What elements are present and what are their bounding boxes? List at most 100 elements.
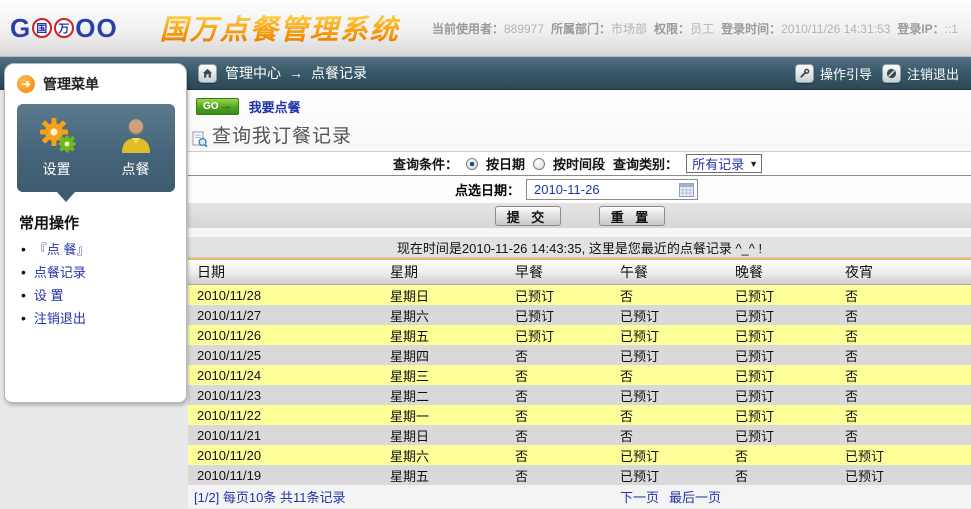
breadcrumb-arrow-icon: →	[289, 65, 303, 81]
user-info-label: 登录IP：	[897, 22, 944, 36]
col-header-weekday: 星期	[381, 262, 506, 282]
guide-action[interactable]: 操作引导	[795, 64, 872, 83]
table-row: 2010/11/22星期一否否已预订否	[188, 405, 971, 425]
table-cell: 2010/11/20	[188, 448, 381, 463]
table-cell: 否	[836, 386, 971, 405]
spacer	[188, 228, 971, 237]
wrench-icon[interactable]	[795, 64, 814, 83]
table-cell: 星期六	[381, 306, 506, 325]
bullet-icon: •	[21, 310, 26, 326]
table-row: 2010/11/25星期四否已预订已预订否	[188, 345, 971, 365]
sidebar-panel: ➜ 管理菜单	[4, 63, 187, 403]
tile-settings[interactable]: 设置	[17, 104, 96, 192]
table-row: 2010/11/27星期六已预订已预订已预订否	[188, 305, 971, 325]
col-header-dinner: 晚餐	[726, 262, 836, 282]
table-cell: 已预订	[506, 286, 611, 305]
radio-by-date[interactable]	[466, 158, 478, 170]
table-cell: 否	[506, 386, 611, 405]
logout-label[interactable]: 注销退出	[907, 64, 959, 83]
go-arrow-icon: →	[221, 100, 232, 112]
category-label: 查询类别：	[613, 154, 678, 173]
table-cell: 否	[836, 326, 971, 345]
section-title: 查询我订餐记录	[212, 121, 352, 148]
table-cell: 否	[726, 446, 836, 465]
radio-by-range[interactable]	[533, 158, 545, 170]
tile-order[interactable]: 点餐	[96, 104, 175, 192]
section-title-row: 查询我订餐记录	[188, 119, 971, 151]
table-header-row: 日期 星期 早餐 午餐 晚餐 夜宵	[188, 258, 971, 285]
sidebar-link[interactable]: 注销退出	[34, 308, 86, 327]
category-select[interactable]: 所有记录 ▼	[686, 154, 762, 173]
arrow-circle-icon: ➜	[17, 75, 35, 93]
logo-suffix: OO	[75, 13, 117, 44]
logo-mark: G 国 万 OO	[10, 13, 118, 44]
search-doc-icon	[192, 131, 208, 148]
reset-button[interactable]: 重 置	[599, 206, 665, 226]
table-cell: 否	[836, 286, 971, 305]
table-cell: 否	[506, 406, 611, 425]
col-header-nightsnack: 夜宵	[836, 262, 971, 282]
bullet-icon: •	[21, 264, 26, 280]
table-cell: 星期三	[381, 366, 506, 385]
table-row: 2010/11/28星期日已预订否已预订否	[188, 285, 971, 305]
tile-settings-label[interactable]: 设置	[43, 159, 71, 179]
table-cell: 已预订	[726, 306, 836, 325]
tile-order-label[interactable]: 点餐	[122, 159, 150, 179]
calendar-icon[interactable]	[679, 183, 694, 197]
table-cell: 2010/11/25	[188, 348, 381, 363]
radio-by-range-label[interactable]: 按时间段	[553, 154, 605, 173]
next-page-link[interactable]: 下一页	[620, 487, 659, 506]
bullet-icon: •	[21, 287, 26, 303]
guide-label[interactable]: 操作引导	[820, 64, 872, 83]
table-cell: 2010/11/27	[188, 308, 381, 323]
home-icon	[202, 68, 213, 79]
user-info-label: 权限：	[654, 22, 690, 36]
date-input[interactable]: 2010-11-26	[526, 179, 698, 200]
date-pick-row: 点选日期： 2010-11-26	[188, 176, 971, 203]
user-info-value: 2010/11/26 14:31:53	[781, 22, 890, 36]
order-now-link[interactable]: 我要点餐	[249, 97, 301, 116]
table-cell: 2010/11/19	[188, 468, 381, 483]
last-page-link[interactable]: 最后一页	[669, 487, 721, 506]
app-title: 国万点餐管理系统	[160, 8, 400, 48]
table-cell: 星期四	[381, 346, 506, 365]
query-condition-row: 查询条件： 按日期 按时间段 查询类别： 所有记录 ▼	[188, 151, 971, 176]
table-cell: 否	[506, 366, 611, 385]
table-cell: 否	[611, 426, 726, 445]
pagination-info: [1/2] 每页10条 共11条记录	[188, 487, 345, 506]
table-row: 2010/11/20星期六否已预订否已预订	[188, 445, 971, 465]
table-cell: 星期二	[381, 386, 506, 405]
table-cell: 否	[726, 466, 836, 485]
page: G 国 万 OO 国万点餐管理系统 当前使用者：889977所属部门：市场部权限…	[0, 0, 971, 509]
submit-button[interactable]: 提 交	[495, 206, 561, 226]
sidebar-link[interactable]: 『点 餐』	[34, 239, 90, 258]
sidebar-link[interactable]: 设 置	[34, 285, 64, 304]
radio-by-date-label[interactable]: 按日期	[486, 154, 525, 173]
col-header-date: 日期	[188, 262, 381, 282]
home-button[interactable]	[198, 64, 217, 83]
list-item: • 设 置	[21, 283, 186, 306]
table-cell: 已预订	[611, 346, 726, 365]
table-cell: 星期六	[381, 446, 506, 465]
pagination-row: [1/2] 每页10条 共11条记录 下一页 最后一页	[188, 485, 971, 508]
logout-icon[interactable]	[882, 64, 901, 83]
user-info-value: ::1	[945, 22, 958, 36]
top-banner: G 国 万 OO 国万点餐管理系统 当前使用者：889977所属部门：市场部权限…	[0, 0, 971, 57]
user-info-label: 登录时间：	[721, 22, 781, 36]
table-row: 2010/11/23星期二否已预订已预订否	[188, 385, 971, 405]
logo-prefix: G	[10, 13, 31, 44]
table-cell: 2010/11/24	[188, 368, 381, 383]
breadcrumb-root[interactable]: 管理中心	[225, 63, 281, 83]
sidebar-link[interactable]: 点餐记录	[34, 262, 86, 281]
table-cell: 已预订	[726, 346, 836, 365]
user-info-label: 当前使用者：	[432, 22, 504, 36]
table-cell: 2010/11/22	[188, 408, 381, 423]
col-header-breakfast: 早餐	[506, 262, 611, 282]
table-cell: 否	[611, 366, 726, 385]
table-cell: 2010/11/28	[188, 288, 381, 303]
logout-action[interactable]: 注销退出	[882, 64, 959, 83]
person-icon	[116, 117, 156, 155]
go-button[interactable]: GO →	[196, 98, 239, 115]
date-label: 点选日期：	[455, 180, 520, 199]
category-value: 所有记录	[692, 154, 744, 173]
